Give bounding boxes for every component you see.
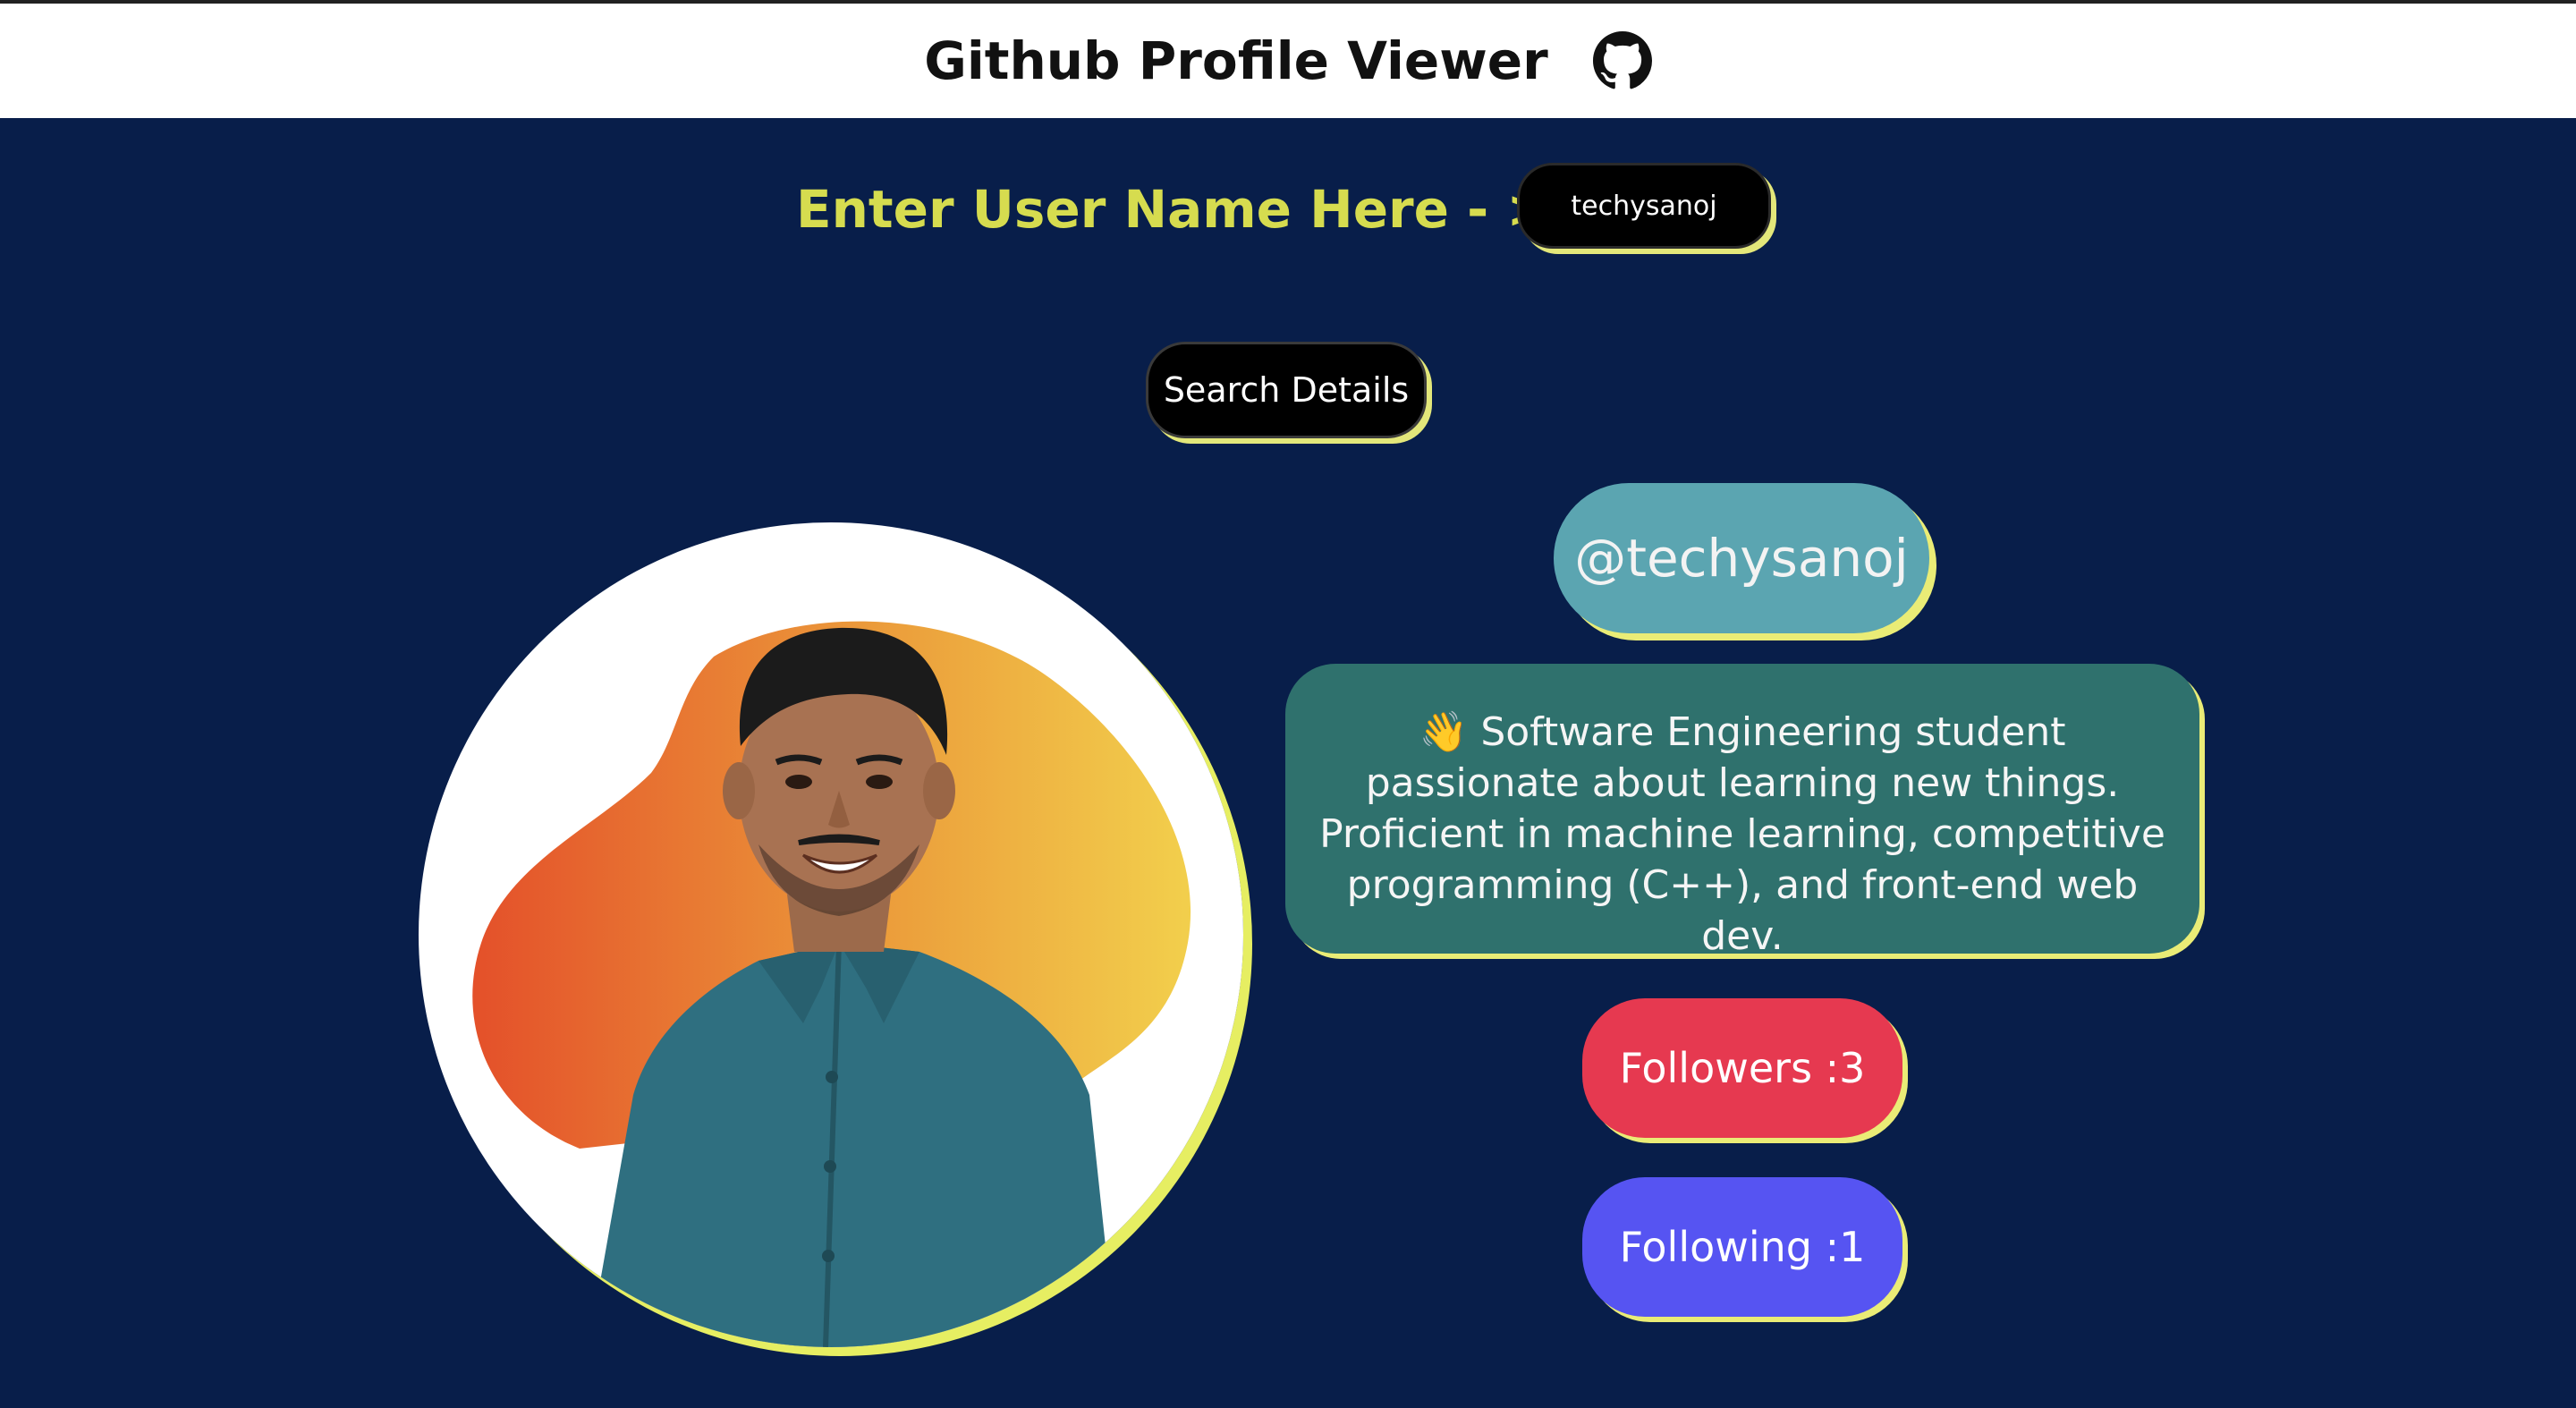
following-label: Following : <box>1619 1223 1840 1271</box>
profile-bio: 👋 Software Engineering student passionat… <box>1285 664 2199 959</box>
username-label: Enter User Name Here - > <box>796 179 1551 240</box>
following-count: 1 <box>1839 1223 1866 1271</box>
following-badge: Following : 1 <box>1582 1177 1902 1317</box>
github-icon <box>1592 31 1652 90</box>
username-input[interactable] <box>1517 163 1771 249</box>
page-title: Github Profile Viewer <box>924 30 1548 91</box>
followers-badge: Followers : 3 <box>1582 998 1902 1138</box>
followers-count: 3 <box>1839 1044 1866 1092</box>
avatar <box>419 522 1243 1347</box>
profile-photo <box>472 621 1191 1347</box>
followers-label: Followers : <box>1619 1044 1840 1092</box>
search-details-button[interactable]: Search Details <box>1146 342 1427 438</box>
username-row: Enter User Name Here - > <box>0 161 2576 259</box>
avatar-frame <box>419 522 1243 1347</box>
username-handle: @techysanoj <box>1554 483 1929 633</box>
page-header: Github Profile Viewer <box>0 4 2576 118</box>
